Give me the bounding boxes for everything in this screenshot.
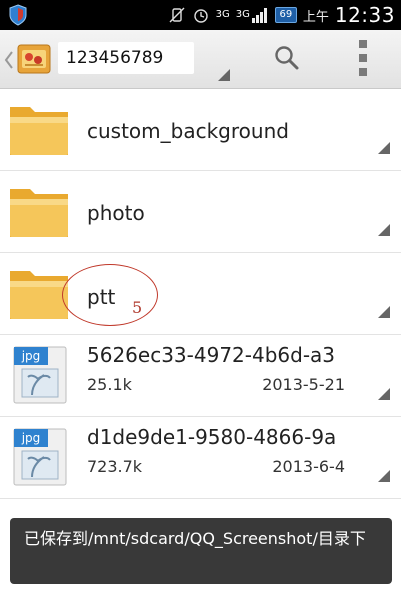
toolbar: 123456789 [0,30,401,89]
file-date: 2013-5-21 [262,375,345,394]
path-dropdown-icon[interactable] [218,66,230,81]
file-name: custom_background [87,119,289,143]
toast-message: 已保存到/mnt/sdcard/QQ_Screenshot/目录下 [10,518,392,584]
item-menu-icon[interactable] [378,139,390,154]
list-item[interactable]: photo [0,171,401,253]
jpg-file-icon: jpg [8,427,72,487]
file-size: 25.1k [87,375,132,394]
list-item[interactable]: ptt [0,253,401,335]
app-folder-icon[interactable] [16,41,52,75]
item-menu-icon[interactable] [378,385,390,400]
file-name: 5626ec33-4972-4b6d-a3 [87,343,336,367]
ampm-label: 上午 [302,9,329,25]
search-icon [275,46,299,70]
item-menu-icon[interactable] [378,467,390,482]
file-name: d1de9de1-9580-4866-9a [87,425,337,449]
annotation-circle [62,264,158,326]
annotation-number: 5 [132,298,143,317]
jpg-badge: jpg [21,431,41,445]
search-button[interactable] [272,43,302,73]
item-menu-icon[interactable] [378,221,390,236]
shield-icon [8,4,28,26]
network-type-label-2: 3G [235,9,250,20]
overflow-menu-icon [359,40,367,76]
folder-icon [8,99,72,159]
file-size: 723.7k [87,457,143,476]
no-vibrate-icon [168,6,186,24]
clock-time: 12:33 [334,3,395,27]
overflow-menu-button[interactable] [352,38,374,78]
item-menu-icon[interactable] [378,303,390,318]
signal-icon: 3G [236,7,269,23]
list-item[interactable]: jpg d1de9de1-9580-4866-9a 723.7k 2013-6-… [0,417,401,499]
list-item[interactable]: custom_background [0,89,401,171]
file-name: photo [87,201,145,225]
folder-icon [8,181,72,241]
battery-icon: 69 [274,7,297,23]
list-item[interactable]: jpg 5626ec33-4972-4b6d-a3 25.1k 2013-5-2… [0,335,401,417]
jpg-file-icon: jpg [8,345,72,405]
back-chevron-icon[interactable] [4,50,14,70]
alarm-icon [192,6,210,24]
jpg-badge: jpg [21,349,41,363]
network-type-label: 3G [215,9,230,20]
status-bar: 3G 3G 69 上午 12:33 [0,0,401,30]
file-date: 2013-6-4 [272,457,345,476]
current-path-field[interactable]: 123456789 [58,42,194,74]
